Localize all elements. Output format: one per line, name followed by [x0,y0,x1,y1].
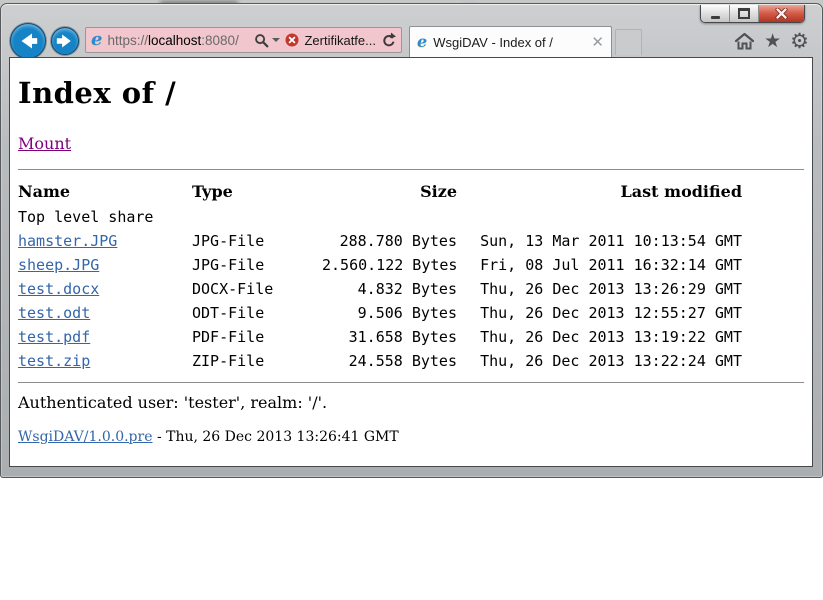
file-type: ODT-File [192,301,322,325]
close-icon [775,8,788,19]
mount-link[interactable]: Mount [18,134,71,153]
search-dropdown-icon [272,38,280,42]
file-size: 4.832 Bytes [322,277,457,301]
tools-gear-icon[interactable]: ⚙ [790,31,809,52]
server-signature: WsgiDAV/1.0.0.pre - Thu, 26 Dec 2013 13:… [18,429,804,445]
file-link[interactable]: test.pdf [18,328,90,346]
table-row: test.zip ZIP-File24.558 BytesThu, 26 Dec … [18,349,804,373]
table-row: hamster.JPG JPG-File288.780 BytesSun, 13 … [18,229,804,253]
close-button[interactable] [758,5,804,22]
maximize-button[interactable] [729,5,758,22]
file-size: 24.558 Bytes [322,349,457,373]
navigation-bar: e https://localhost:8080/ Zertifikatfe..… [1,23,822,57]
search-icon [254,33,269,48]
minimize-icon [711,16,720,19]
file-modified: Thu, 26 Dec 2013 13:26:29 GMT [457,277,742,301]
page-title: Index of / [18,76,804,110]
ie-logo-icon: e [91,31,102,49]
table-row: test.pdf PDF-File31.658 BytesThu, 26 Dec … [18,325,804,349]
file-modified: Thu, 26 Dec 2013 13:19:22 GMT [457,325,742,349]
file-link[interactable]: test.zip [18,352,90,370]
refresh-icon [381,32,396,48]
back-arrow-icon [11,24,45,58]
file-link[interactable]: test.odt [18,304,90,322]
wsgidav-link[interactable]: WsgiDAV/1.0.0.pre [18,429,153,445]
file-modified: Thu, 26 Dec 2013 12:55:27 GMT [457,301,742,325]
share-label-row: Top level share [18,205,804,229]
certificate-error-icon [285,33,299,47]
file-size: 31.658 Bytes [322,325,457,349]
table-row: test.odt ODT-File9.506 BytesThu, 26 Dec 2… [18,301,804,325]
file-type: JPG-File [192,253,322,277]
file-modified: Sun, 13 Mar 2011 10:13:54 GMT [457,229,742,253]
auth-status-text: Authenticated user: 'tester', realm: '/'… [18,393,804,412]
file-type: PDF-File [192,325,322,349]
table-row: sheep.JPG JPG-File2.560.122 BytesFri, 08 … [18,253,804,277]
certificate-error-button[interactable]: Zertifikatfe... [285,33,376,48]
home-icon[interactable] [734,31,755,51]
favorites-star-icon[interactable]: ★ [764,32,781,51]
file-link[interactable]: sheep.JPG [18,256,99,274]
url-text: https://localhost:8080/ [107,33,249,48]
address-bar[interactable]: e https://localhost:8080/ Zertifikatfe..… [85,27,402,53]
file-size: 9.506 Bytes [322,301,457,325]
header-name: Name [18,178,192,205]
minimize-button[interactable] [701,5,729,22]
browser-window: e https://localhost:8080/ Zertifikatfe..… [0,3,823,478]
ie-logo-icon: e [417,34,427,50]
maximize-icon [738,8,750,19]
file-modified: Fri, 08 Jul 2011 16:32:14 GMT [457,253,742,277]
file-modified: Thu, 26 Dec 2013 13:22:24 GMT [457,349,742,373]
command-bar: ★ ⚙ [734,29,809,53]
back-button[interactable] [10,23,46,59]
header-last-modified: Last modified [457,178,742,205]
divider [18,169,804,170]
file-type: DOCX-File [192,277,322,301]
file-link[interactable]: test.docx [18,280,99,298]
tab-close-icon[interactable]: ✕ [591,35,604,50]
file-size: 288.780 Bytes [322,229,457,253]
new-tab-button[interactable] [615,29,642,55]
certificate-error-label: Zertifikatfe... [304,33,376,48]
forward-button[interactable] [51,27,79,55]
divider [18,382,804,383]
file-table: NameTypeSizeLast modified Top level shar… [18,178,804,373]
file-link[interactable]: hamster.JPG [18,232,117,250]
search-button[interactable] [254,33,280,48]
refresh-button[interactable] [381,32,396,48]
forward-arrow-icon [52,28,78,54]
file-size: 2.560.122 Bytes [322,253,457,277]
header-type: Type [192,178,322,205]
table-row: test.docx DOCX-File4.832 BytesThu, 26 Dec… [18,277,804,301]
tab-wsgidav[interactable]: e WsgiDAV - Index of / ✕ [409,26,612,57]
file-type: JPG-File [192,229,322,253]
file-rows: hamster.JPG JPG-File288.780 BytesSun, 13 … [18,229,804,373]
table-header-row: NameTypeSizeLast modified [18,178,804,205]
page-viewport: Index of / Mount NameTypeSizeLast modifi… [9,57,813,467]
server-timestamp: - Thu, 26 Dec 2013 13:26:41 GMT [153,429,399,445]
tab-title: WsgiDAV - Index of / [433,35,585,50]
file-type: ZIP-File [192,349,322,373]
window-controls [700,5,805,23]
header-size: Size [322,178,457,205]
